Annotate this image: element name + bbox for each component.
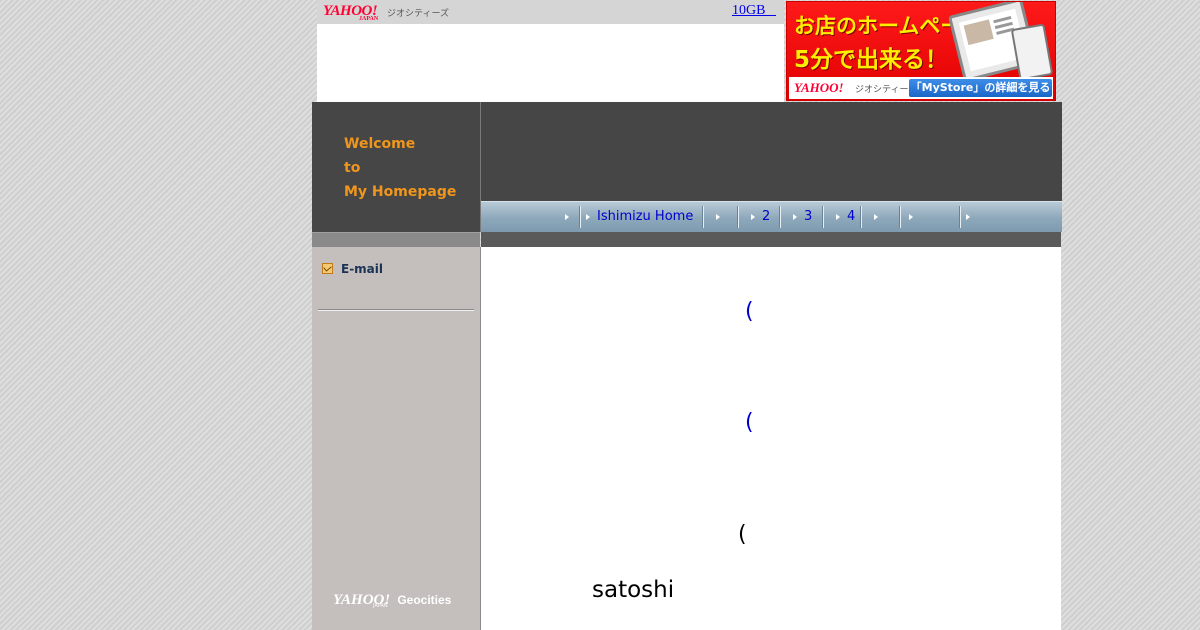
yahoo-geocities-footer-logo[interactable]: YAHOO! JAPAN Geocities bbox=[333, 589, 451, 609]
nav-arrow-icon bbox=[751, 214, 755, 220]
ad-headline-2: 5分で出来る！ bbox=[794, 47, 949, 73]
nav-separator bbox=[860, 206, 862, 228]
nav-separator bbox=[737, 206, 739, 228]
nav-arrow-icon bbox=[716, 214, 720, 220]
welcome-line-2: to bbox=[344, 160, 361, 176]
phone-illustration bbox=[1010, 23, 1054, 81]
nav-separator bbox=[959, 206, 961, 228]
welcome-panel: Welcome to My Homepage bbox=[312, 102, 481, 232]
nav-arrow-icon bbox=[966, 214, 970, 220]
japan-logo-text: JAPAN bbox=[359, 16, 379, 22]
nav-arrow-icon bbox=[586, 214, 590, 220]
nav-separator bbox=[822, 206, 824, 228]
sidebar-band bbox=[312, 232, 480, 247]
geocities-logo-text: ジオシティーズ bbox=[387, 9, 450, 19]
yahoo-geocities-logo[interactable]: YAHOO! JAPAN ジオシティーズ bbox=[323, 2, 449, 22]
nav-arrow-icon bbox=[793, 214, 797, 220]
welcome-line-1: Welcome bbox=[344, 136, 416, 152]
ad-yahoo-logo: YAHOO! bbox=[794, 80, 844, 95]
top-bar: YAHOO! JAPAN ジオシティーズ 10GB bbox=[317, 0, 784, 102]
email-icon bbox=[322, 263, 333, 274]
nav-item-page-2[interactable]: 2 bbox=[762, 206, 770, 228]
main-content: ( ( ( satoshi bbox=[481, 247, 1061, 630]
content-band bbox=[481, 232, 1061, 247]
mystore-details-button[interactable]: 「MyStore」の詳細を見る bbox=[909, 79, 1052, 97]
footer-japan-text: JAPAN bbox=[373, 603, 388, 609]
ad-banner[interactable]: お店のホームページが 5分で出来る！ YAHOO! ジオシティーズ 「MySto… bbox=[786, 1, 1056, 101]
nav-item-ishimizu-home[interactable]: Ishimizu Home bbox=[597, 206, 693, 228]
nav-separator bbox=[779, 206, 781, 228]
sidebar: E-mail YAHOO! JAPAN Geocities bbox=[312, 247, 481, 630]
page-container: Welcome to My Homepage Ishimizu Home 2 3… bbox=[312, 102, 1062, 630]
nav-separator bbox=[579, 206, 581, 228]
header-banner bbox=[481, 102, 1062, 201]
ad-footer: YAHOO! ジオシティーズ 「MyStore」の詳細を見る bbox=[789, 77, 1053, 99]
nav-item-page-3[interactable]: 3 bbox=[804, 206, 812, 228]
email-link[interactable]: E-mail bbox=[341, 262, 383, 276]
content-link-1[interactable]: ( bbox=[745, 299, 754, 324]
nav-arrow-icon bbox=[565, 214, 569, 220]
sidebar-divider bbox=[318, 309, 474, 311]
content-link-2[interactable]: ( bbox=[745, 410, 754, 435]
signature-text: satoshi bbox=[592, 577, 675, 603]
footer-geocities-text: Geocities bbox=[397, 593, 452, 607]
storage-link[interactable]: 10GB bbox=[732, 3, 776, 19]
welcome-text: Welcome to My Homepage bbox=[344, 132, 456, 204]
nav-arrow-icon bbox=[874, 214, 878, 220]
nav-bar: Ishimizu Home 2 3 4 bbox=[481, 201, 1062, 232]
nav-arrow-icon bbox=[909, 214, 913, 220]
ad-geocities-text: ジオシティーズ bbox=[855, 85, 918, 95]
nav-separator bbox=[702, 206, 704, 228]
content-text-3: ( bbox=[738, 522, 747, 547]
nav-separator bbox=[899, 206, 901, 228]
nav-arrow-icon bbox=[836, 214, 840, 220]
welcome-line-3: My Homepage bbox=[344, 184, 457, 200]
top-strip: YAHOO! JAPAN ジオシティーズ 10GB bbox=[317, 0, 784, 24]
nav-item-page-4[interactable]: 4 bbox=[847, 206, 855, 228]
